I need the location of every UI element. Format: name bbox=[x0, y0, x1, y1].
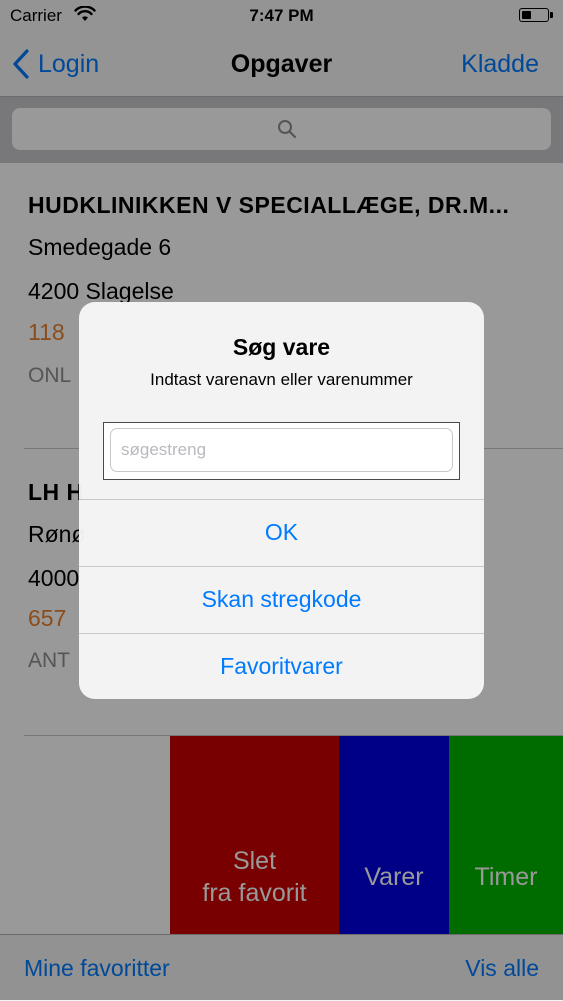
scan-barcode-button[interactable]: Skan stregkode bbox=[79, 566, 484, 632]
dialog-message: Indtast varenavn eller varenummer bbox=[150, 370, 413, 389]
ok-button[interactable]: OK bbox=[79, 499, 484, 565]
dialog-input-frame bbox=[103, 422, 460, 480]
dialog-title: Søg vare bbox=[232, 334, 331, 360]
favorite-items-button[interactable]: Favoritvarer bbox=[79, 633, 484, 699]
search-string-input[interactable] bbox=[110, 428, 453, 472]
search-item-dialog: Søg vare Indtast varenavn eller varenumm… bbox=[79, 302, 484, 699]
